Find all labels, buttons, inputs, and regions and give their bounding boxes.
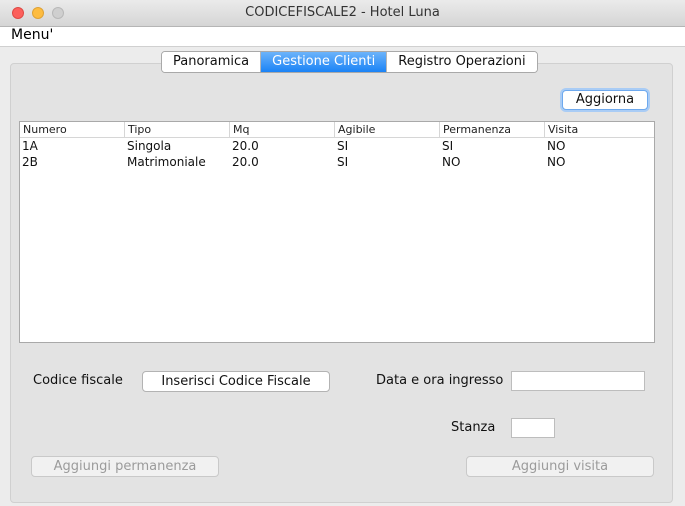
column-header-numero[interactable]: Numero [20,122,125,137]
table-cell: Singola [127,139,172,153]
table-cell: 20.0 [232,155,259,169]
menu-bar: Menu' [0,27,685,47]
column-header-tipo[interactable]: Tipo [125,122,230,137]
table-header: Numero Tipo Mq Agibile Permanenza Visita [20,122,654,138]
table-row[interactable]: 1A Singola 20.0 SI SI NO [20,138,654,154]
table-cell: 2B [22,155,38,169]
codice-fiscale-label: Codice fiscale [33,373,123,388]
app-window: CODICEFISCALE2 - Hotel Luna Menu' Panora… [0,0,685,506]
stanza-input[interactable] [511,418,555,438]
column-header-mq[interactable]: Mq [230,122,335,137]
table-cell: NO [547,155,566,169]
refresh-button[interactable]: Aggiorna [562,90,648,110]
column-header-permanenza[interactable]: Permanenza [440,122,545,137]
data-ingresso-input[interactable] [511,371,645,391]
table-cell: SI [442,139,454,153]
column-header-visita[interactable]: Visita [545,122,654,137]
table-cell: NO [442,155,461,169]
tab-gestione-clienti[interactable]: Gestione Clienti [261,52,388,72]
tab-registro-operazioni[interactable]: Registro Operazioni [387,52,537,72]
add-visita-button[interactable]: Aggiungi visita [466,456,654,477]
table-row[interactable]: 2B Matrimoniale 20.0 SI NO NO [20,154,654,170]
title-bar: CODICEFISCALE2 - Hotel Luna [0,0,685,27]
stanza-label: Stanza [451,420,496,435]
table-cell: Matrimoniale [127,155,206,169]
column-header-agibile[interactable]: Agibile [335,122,440,137]
data-ingresso-label: Data e ora ingresso [376,373,504,388]
tab-panoramica[interactable]: Panoramica [162,52,262,72]
menu-item-main[interactable]: Menu' [11,27,53,43]
table-cell: 20.0 [232,139,259,153]
table-cell: SI [337,139,349,153]
table-cell: 1A [22,139,38,153]
insert-codice-fiscale-button[interactable]: Inserisci Codice Fiscale [142,371,330,392]
tab-bar: Panoramica Gestione Clienti Registro Ope… [161,51,538,73]
table-cell: SI [337,155,349,169]
rooms-table: Numero Tipo Mq Agibile Permanenza Visita… [19,121,655,343]
table-cell: NO [547,139,566,153]
window-title: CODICEFISCALE2 - Hotel Luna [245,5,440,20]
add-permanenza-button[interactable]: Aggiungi permanenza [31,456,219,477]
